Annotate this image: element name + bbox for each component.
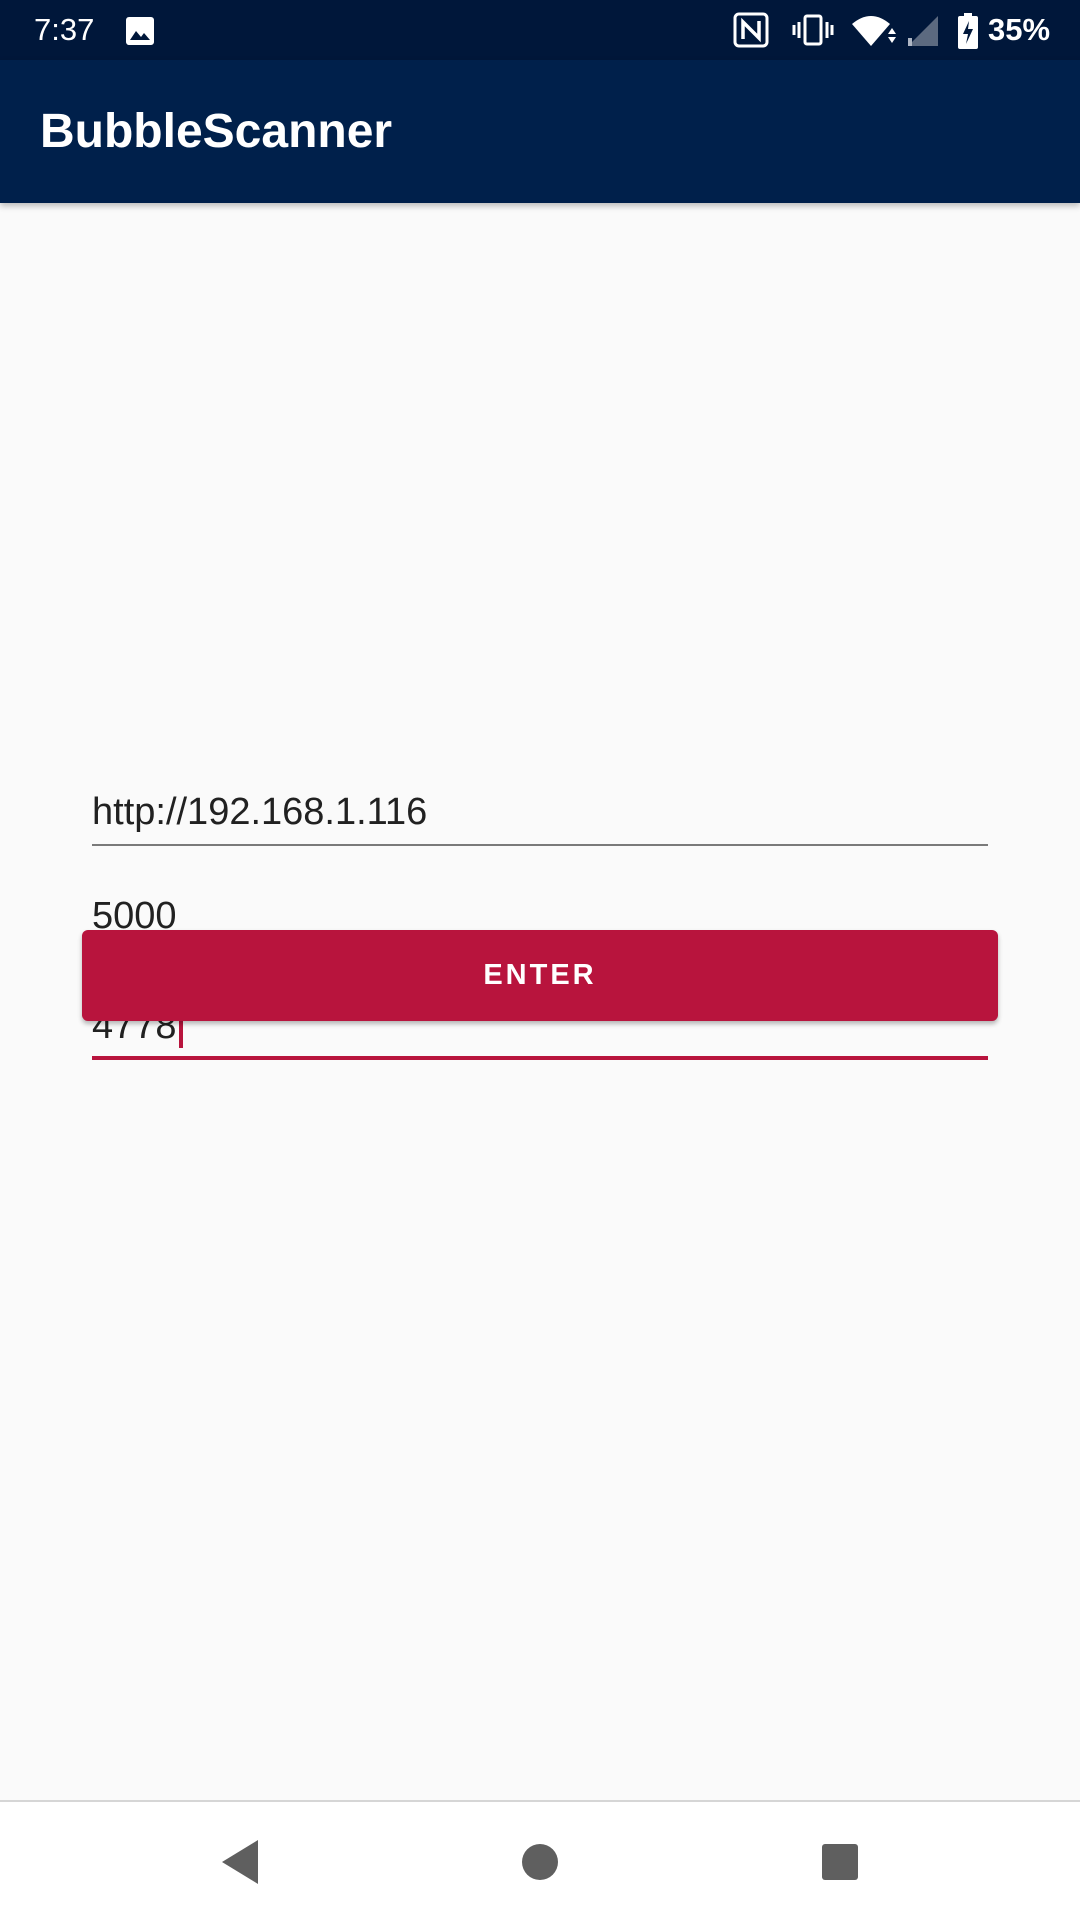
app-bar: BubbleScanner [0, 60, 1080, 203]
enter-button[interactable]: ENTER [82, 930, 998, 1021]
home-icon [522, 1844, 558, 1880]
host-field-underline [92, 844, 988, 846]
navigation-bar [0, 1800, 1080, 1920]
status-time: 7:37 [34, 12, 95, 47]
image-icon [126, 17, 154, 45]
recents-icon [822, 1844, 858, 1880]
nav-recents-button[interactable] [770, 1802, 910, 1920]
nfc-icon [733, 12, 769, 48]
vibrate-icon [792, 14, 834, 46]
signal-icon [908, 16, 938, 46]
back-icon [222, 1840, 258, 1884]
screen: 7:37 35% BubbleScanner http://192.168.1.… [0, 0, 1080, 1920]
host-input-text: http://192.168.1.116 [92, 791, 428, 833]
status-bar: 7:37 35% [0, 0, 1080, 60]
nav-home-button[interactable] [470, 1802, 610, 1920]
wifi-icon [852, 16, 896, 46]
battery-charging-icon [958, 13, 978, 49]
nav-back-button[interactable] [170, 1802, 310, 1920]
battery-percent: 35% [988, 12, 1051, 47]
code-field-underline [92, 1056, 988, 1060]
host-field[interactable]: http://192.168.1.116 [92, 776, 988, 846]
app-title: BubbleScanner [40, 105, 393, 158]
